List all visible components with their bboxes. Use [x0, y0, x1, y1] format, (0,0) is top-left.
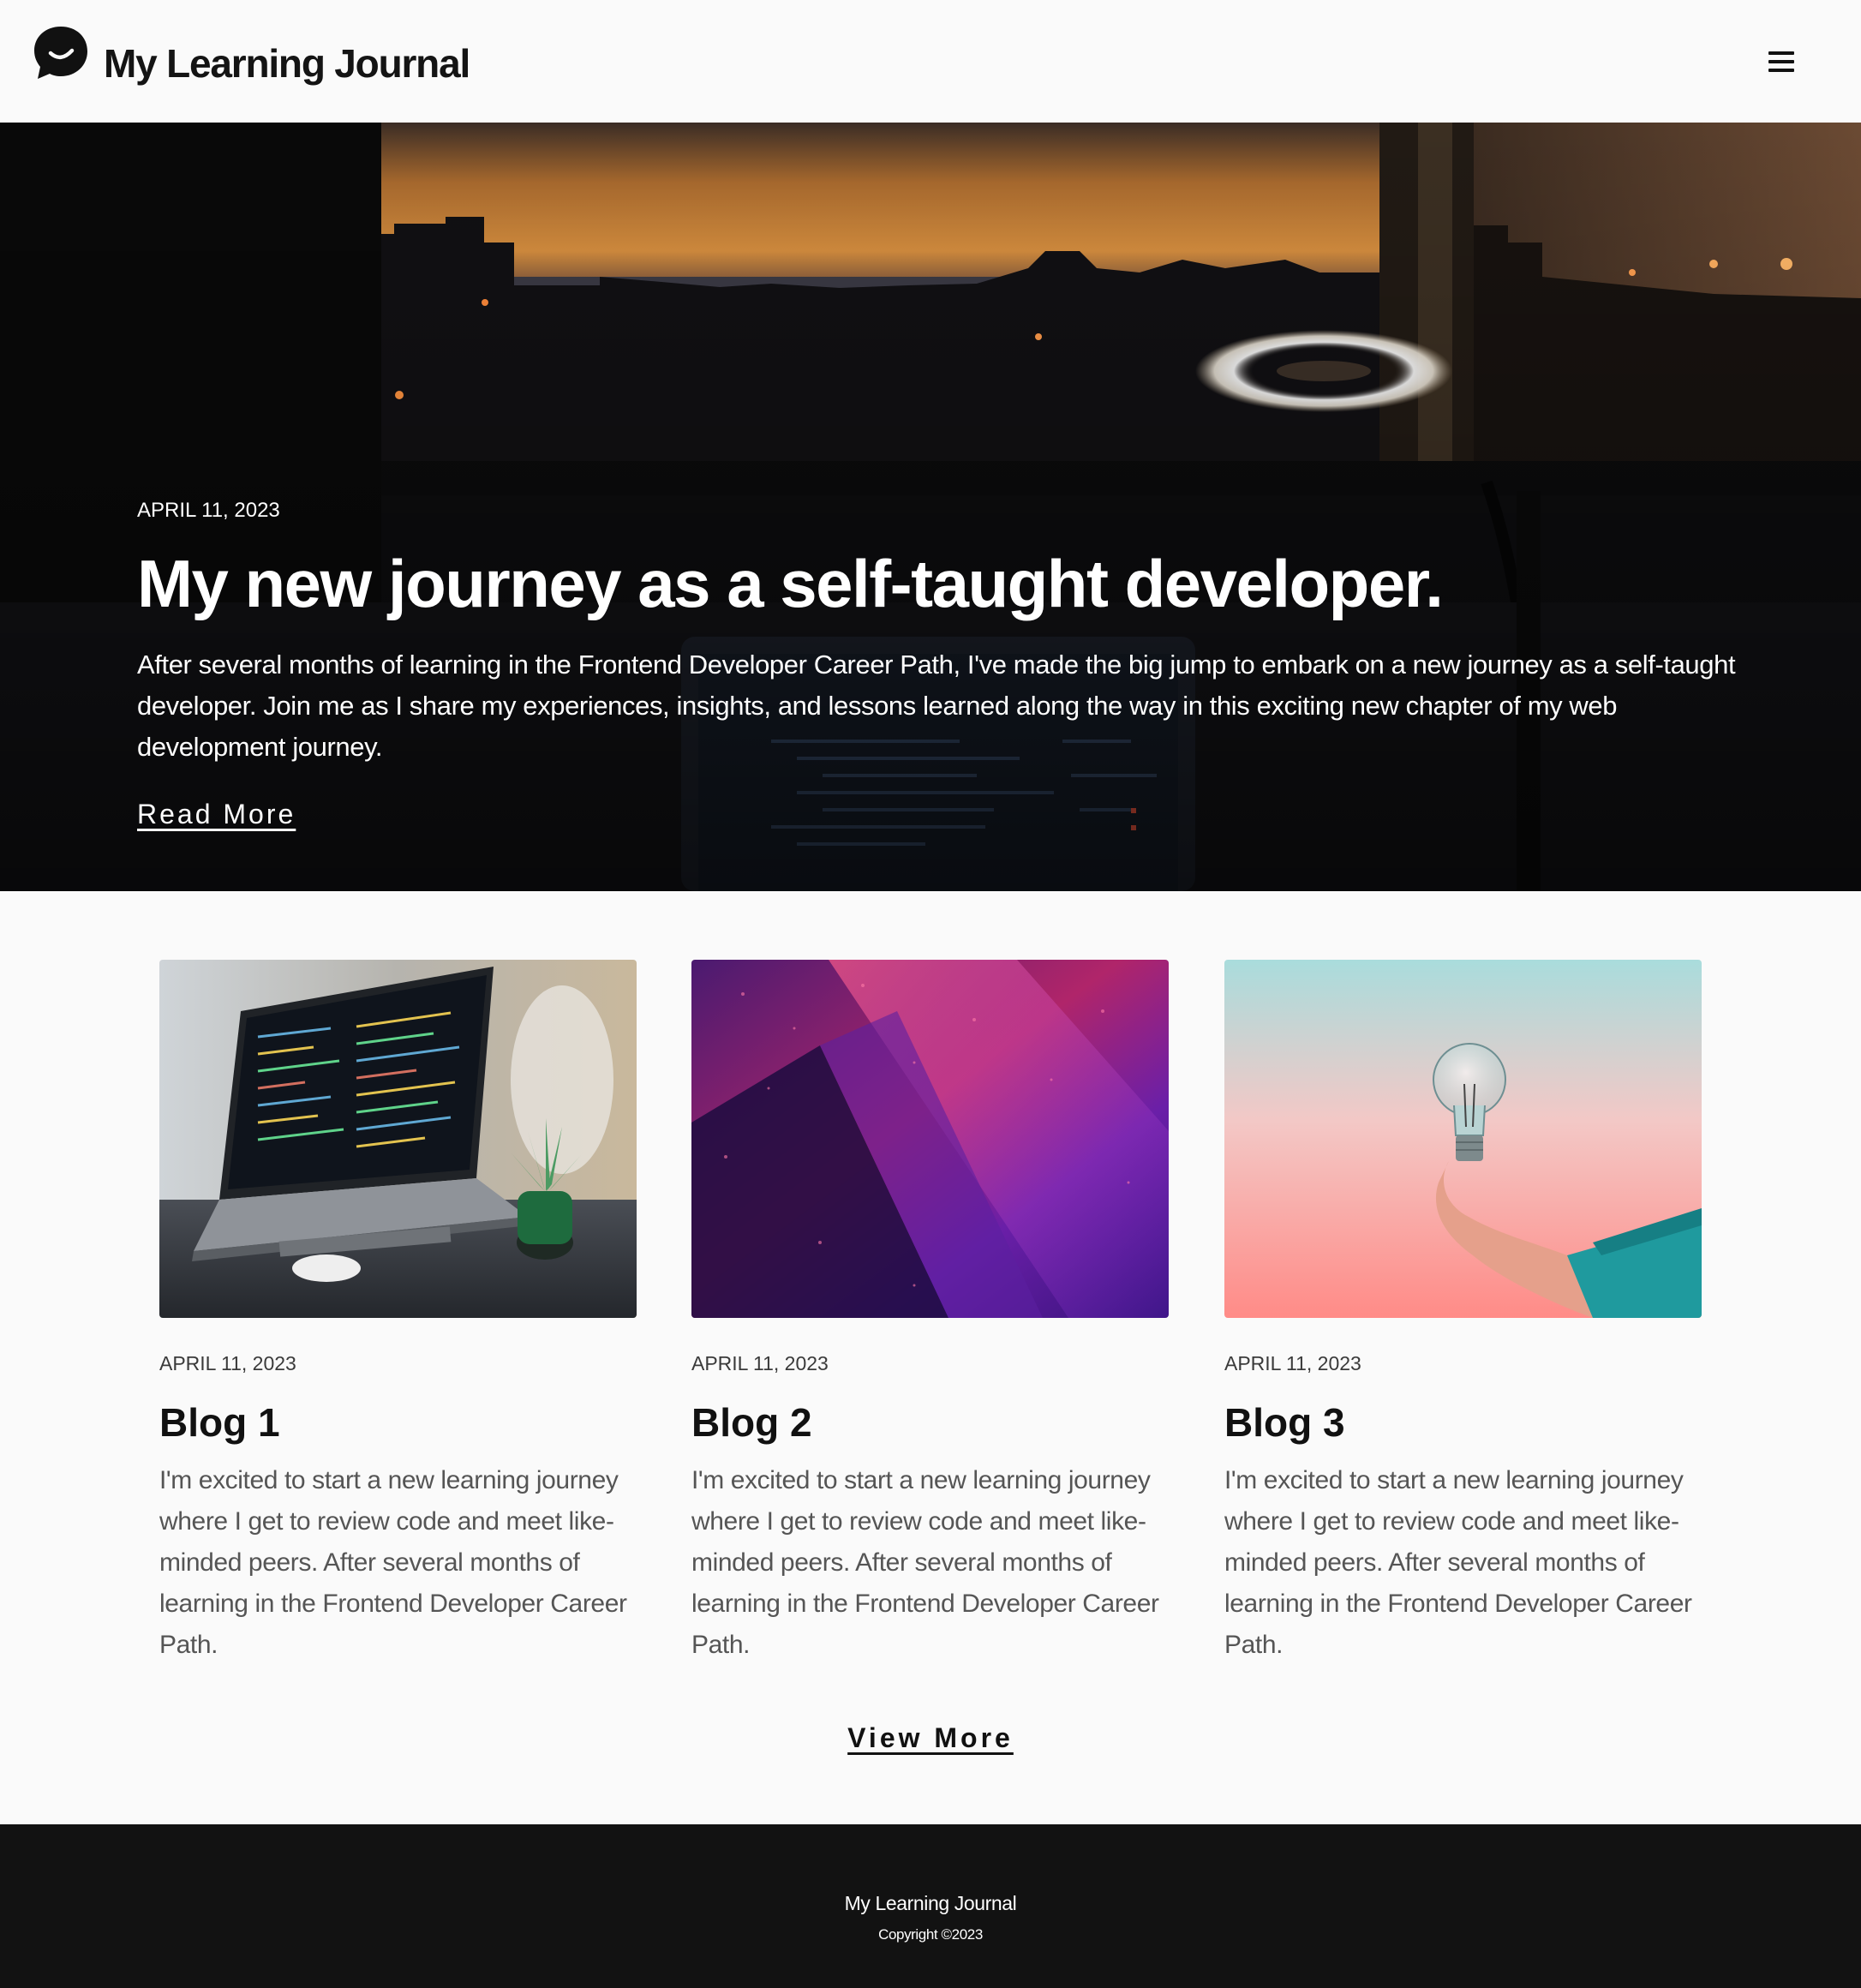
hero-description: After several months of learning in the … — [137, 650, 1736, 762]
laptop-code-image[interactable] — [159, 960, 637, 1318]
post-title[interactable]: Blog 2 — [691, 1398, 812, 1446]
post-title[interactable]: Blog 3 — [1224, 1398, 1345, 1446]
post-excerpt: I'm excited to start a new learning jour… — [1224, 1466, 1692, 1659]
hero-title: My new journey as a self-taught develope… — [137, 546, 1444, 621]
footer-title: My Learning Journal — [844, 1892, 1017, 1914]
post-excerpt: I'm excited to start a new learning jour… — [159, 1466, 627, 1659]
post-date: APRIL 11, 2023 — [1224, 1352, 1361, 1374]
lightbulb-hand-image[interactable] — [1224, 960, 1702, 1318]
post-date: APRIL 11, 2023 — [159, 1352, 296, 1374]
hamburger-menu-icon[interactable] — [1768, 50, 1796, 74]
post-title[interactable]: Blog 1 — [159, 1398, 280, 1446]
post-excerpt: I'm excited to start a new learning jour… — [691, 1466, 1159, 1659]
view-more-container: View More — [0, 1721, 1861, 1755]
footer-copyright: Copyright ©2023 — [878, 1926, 983, 1943]
hero-date: APRIL 11, 2023 — [137, 499, 280, 522]
abstract-purple-image[interactable] — [691, 960, 1169, 1318]
chat-bubble-smile-icon[interactable] — [33, 25, 89, 81]
post-date: APRIL 11, 2023 — [691, 1352, 829, 1374]
view-more-link[interactable]: View More — [847, 1722, 1014, 1753]
site-header: My Learning Journal — [0, 0, 1861, 123]
hero-section: APRIL 11, 2023 My new journey as a self-… — [0, 123, 1861, 891]
read-more-link[interactable]: Read More — [137, 797, 296, 831]
site-title[interactable]: My Learning Journal — [104, 38, 470, 89]
site-footer: My Learning Journal Copyright ©2023 — [0, 1824, 1861, 1988]
